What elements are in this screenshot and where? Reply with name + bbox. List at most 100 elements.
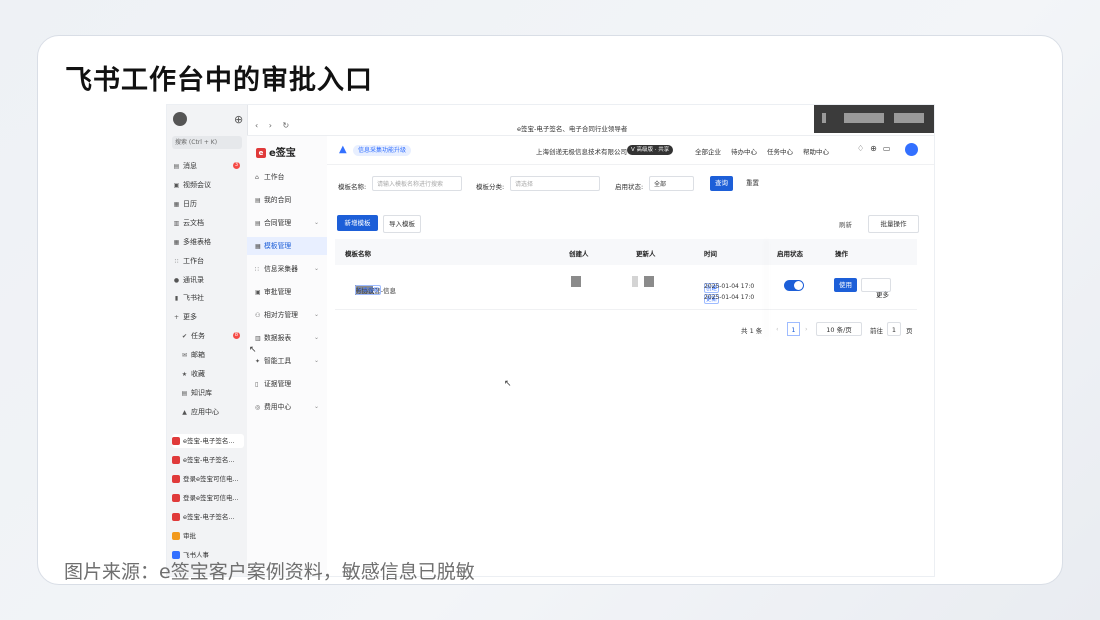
reset-button[interactable]: 重置 — [741, 176, 764, 191]
rail-item-contacts[interactable]: ● 通讯录 — [173, 274, 204, 286]
chevron-down-icon: ⌄ — [313, 403, 319, 410]
rail-item-community[interactable]: ▮ 飞书社 — [173, 292, 204, 304]
prev-page-icon[interactable]: ‹ — [776, 325, 779, 333]
add-icon[interactable]: ⊕ — [234, 113, 243, 126]
docs-icon: ▥ — [173, 220, 180, 227]
globe-icon[interactable]: ⊕ — [870, 144, 883, 153]
page-title-bar: e签宝-电子签名、电子合同行业领导者 — [517, 125, 628, 133]
badge: 3 — [233, 162, 240, 169]
pinned-app[interactable]: 登录e签宝可信电... — [172, 472, 244, 486]
creator-redacted — [571, 276, 581, 287]
slide-title: 飞书工作台中的审批入口 — [65, 65, 373, 96]
calendar-icon: ▦ — [173, 201, 180, 208]
pinned-app[interactable]: e签宝-电子签名... — [172, 453, 244, 467]
side-item-approval[interactable]: ▣ 审批管理 — [247, 283, 327, 301]
user-avatar[interactable] — [905, 143, 918, 156]
upgrade-banner[interactable]: 信息采集功能升级 — [353, 145, 412, 156]
file-icon: ▤ — [255, 197, 261, 204]
pinned-app[interactable]: 登录e签宝可信电... — [172, 491, 244, 505]
rocket-icon: ▲ — [339, 144, 347, 155]
app-icon: ▲ — [182, 409, 187, 416]
side-item-report[interactable]: ▥ 数据报表 ⌄ — [247, 329, 327, 347]
rail-item-message[interactable]: ▤ 消息 — [173, 160, 197, 172]
esign-sidebar: e e签宝 ⌂ 工作台 ▤ 我的合同 ▤ 合同管理 ⌄ ▦ 模板管理 ∷ 信息采集器 ⌄ ▣ 审批… — [247, 136, 328, 576]
status-select[interactable]: 全部 — [649, 176, 694, 191]
link-task-center[interactable]: 任务中心 — [767, 148, 793, 156]
slide: 飞书工作台中的审批入口 ⊕ 搜索 (Ctrl + K) ▤ 消息 3 ▣ 视频会议 … — [37, 35, 1063, 585]
enable-toggle[interactable] — [784, 280, 804, 291]
rail-item-video[interactable]: ▣ 视频会议 — [173, 179, 211, 191]
side-item-workbench[interactable]: ⌂ 工作台 — [247, 168, 327, 186]
col-updater: 更新人 — [636, 250, 656, 258]
col-name: 模板名称 — [345, 250, 371, 258]
side-item-collector[interactable]: ∷ 信息采集器 ⌄ — [247, 260, 327, 278]
more-icon: + — [173, 314, 180, 321]
browser-nav-icons[interactable]: ‹ › ↻ — [255, 121, 293, 130]
counterparty-icon: ⚇ — [255, 312, 261, 319]
rail-item-docs[interactable]: ▥ 云文档 — [173, 217, 204, 229]
query-button[interactable]: 查询 — [710, 176, 733, 191]
rail-item-workplace[interactable]: ∷ 工作台 — [173, 255, 204, 267]
category-select[interactable]: 请选择 — [510, 176, 600, 191]
side-item-evidence[interactable]: ▯ 证据管理 — [247, 375, 327, 393]
batch-action-button[interactable]: 批量操作 — [868, 215, 919, 233]
file-icon: ▤ — [255, 220, 261, 227]
more-button[interactable]: 更多 ⌄ — [861, 278, 891, 299]
side-item-billing[interactable]: ◎ 费用中心 ⌄ — [247, 398, 327, 416]
home-icon: ⌂ — [255, 174, 259, 181]
rail-item-star[interactable]: ★ 收藏 — [181, 368, 205, 380]
goto-input[interactable]: 1 — [887, 322, 901, 336]
current-page[interactable]: 1 — [787, 322, 800, 336]
rail-item-mail[interactable]: ✉ 邮箱 — [181, 349, 205, 361]
link-todo-center[interactable]: 待办中心 — [731, 148, 757, 156]
contacts-icon: ● — [173, 277, 180, 284]
avatar[interactable] — [173, 112, 187, 126]
rail-item-task[interactable]: ✔ 任务 — [181, 330, 205, 342]
device-icon[interactable]: ▭ — [883, 144, 897, 153]
side-item-template-mgmt[interactable]: ▦ 模板管理 — [247, 237, 327, 255]
bell-icon[interactable]: ♢ — [857, 144, 870, 153]
pinned-app[interactable]: e签宝-电子签名... — [172, 434, 244, 448]
import-template-button[interactable]: 导入模板 — [383, 215, 421, 233]
rail-item-app-center[interactable]: ▲ 应用中心 — [181, 406, 219, 418]
total-count: 共 1 条 — [741, 327, 763, 335]
pinned-app[interactable]: e签宝-电子签名... — [172, 510, 244, 524]
page-size-select[interactable]: 10 条/页 — [816, 322, 862, 336]
category-tag[interactable]: 分类授权 — [355, 285, 382, 295]
template-icon: ▦ — [255, 243, 261, 250]
next-page-icon[interactable]: › — [805, 325, 808, 333]
side-item-contract-mgmt[interactable]: ▤ 合同管理 ⌄ — [247, 214, 327, 232]
pinned-app-hr[interactable]: 飞书人事 — [172, 548, 244, 562]
pinned-app-approval[interactable]: 审批 — [172, 529, 244, 543]
link-all-enterprises[interactable]: 全部企业 — [695, 148, 721, 156]
new-template-button[interactable]: 新增模板 — [337, 215, 378, 231]
task-icon: ✔ — [181, 333, 188, 340]
use-button[interactable]: 使用 — [834, 278, 857, 292]
chevron-down-icon: ⌄ — [313, 334, 319, 341]
rail-item-more[interactable]: + 更多 — [173, 311, 197, 323]
feishu-rail: ⊕ 搜索 (Ctrl + K) ▤ 消息 3 ▣ 视频会议 ▦ 日历 ▥ 云文档 ▦ 多维… — [167, 105, 248, 576]
rail-item-calendar[interactable]: ▦ 日历 — [173, 198, 197, 210]
chevron-down-icon: ⌄ — [313, 357, 319, 364]
side-item-my-contracts[interactable]: ▤ 我的合同 — [247, 191, 327, 209]
esign-app-icon — [172, 437, 180, 445]
rail-item-wiki[interactable]: ▤ 知识库 — [181, 387, 212, 399]
chevron-down-icon: ⌄ — [313, 219, 319, 226]
table-icon: ▦ — [173, 239, 180, 246]
updater-redacted — [644, 276, 654, 287]
grid-icon: ∷ — [255, 266, 259, 273]
search-input[interactable]: 搜索 (Ctrl + K) — [172, 136, 242, 149]
filter-bar: 模板名称: 请输入模板名称进行搜索 模板分类: 请选择 启用状态: 全部 查询 … — [327, 176, 934, 196]
template-name-input[interactable]: 请输入模板名称进行搜索 — [372, 176, 462, 191]
rail-item-table[interactable]: ▦ 多维表格 — [173, 236, 211, 248]
workplace-icon: ∷ — [174, 258, 179, 265]
side-item-smart-tools[interactable]: ✦ 智能工具 ⌄ — [247, 352, 327, 370]
chevron-down-icon: ⌄ — [876, 291, 882, 299]
side-item-counterparty[interactable]: ⚇ 相对方管理 ⌄ — [247, 306, 327, 324]
chevron-down-icon: ⌄ — [313, 265, 319, 272]
table-row[interactable]: ...壶无涯-信息 务协议 分类授权 创建 2025-01-04 17:0 更新 … — [335, 265, 917, 310]
refresh-button[interactable]: 刷新 — [839, 219, 852, 229]
link-help-center[interactable]: 帮助中心 — [803, 148, 829, 156]
header-icons[interactable]: ♢⊕▭ — [857, 144, 896, 153]
company-name[interactable]: 上海创递无极信息技术有限公司 — [536, 146, 627, 156]
